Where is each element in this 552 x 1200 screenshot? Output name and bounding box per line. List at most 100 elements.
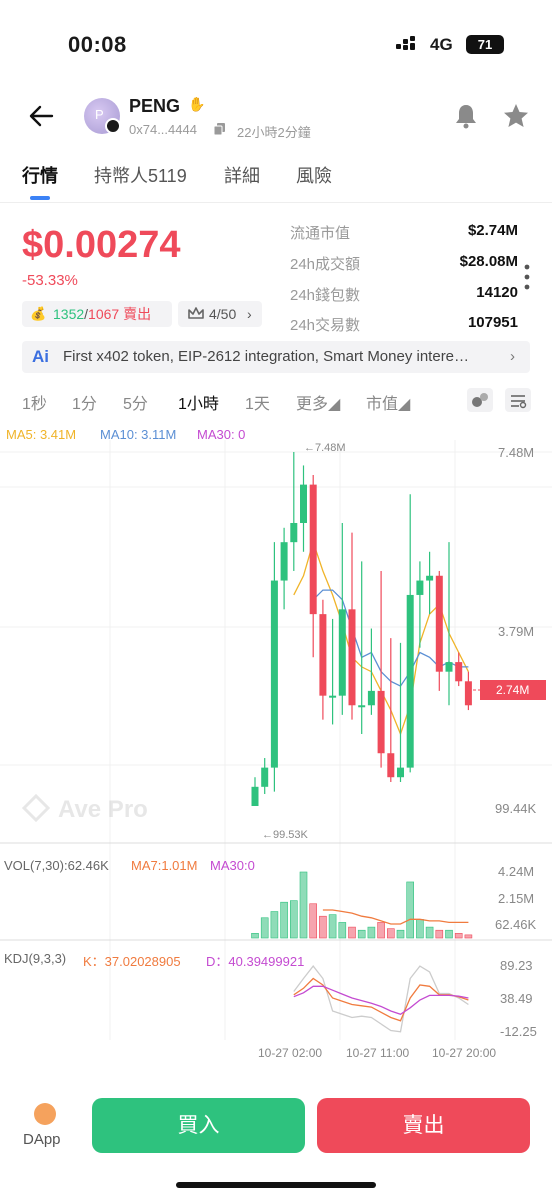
buy-count: 1352 [53,306,85,322]
tab-details[interactable]: 詳細 [224,162,260,188]
buy-sell-count-pill[interactable]: 💰 1352/1067 賣出 [22,301,172,327]
vol-legend: VOL(7,30):62.46K [4,858,109,873]
status-bar: 00:08 4G 71 [0,0,552,90]
interval-1h[interactable]: 1小時 [178,390,219,414]
stat-value-trades: 107951 [467,314,518,331]
vol-axis-mid: 2.15M [498,891,534,906]
crown-icon [188,307,204,319]
time-label-3: 10-27 20:00 [432,1046,496,1060]
star-icon[interactable] [502,102,530,130]
stat-label-trades: 24h交易數 [290,317,361,334]
candle-body [261,767,269,787]
stat-label-wallets: 24h錢包數 [290,287,361,304]
candle-body [445,662,453,672]
kdj-k-line [293,977,469,1022]
tab-bar: 行情 持幣人5119 詳細 風險 [0,158,552,202]
candle-body [280,542,288,581]
copy-icon[interactable] [214,123,225,135]
vol-axis-top: 4.24M [498,864,534,879]
volume-bar [348,926,356,939]
candle-body [329,695,337,698]
chevron-right-icon: › [510,348,515,365]
candle-body [358,705,366,708]
ai-icon: Ai [32,347,49,366]
price-axis-top: 7.48M [498,445,534,460]
interval-5m[interactable]: 5分 [123,390,148,414]
tab-market[interactable]: 行情 [22,162,58,188]
candle-body [319,614,327,696]
home-indicator [176,1182,376,1188]
vol-ma30-legend: MA30:0 [210,858,255,873]
sell-button[interactable]: 賣出 [317,1098,530,1153]
network-label: 4G [430,35,453,54]
tab-risk[interactable]: 風險 [296,162,332,188]
candle-body [426,575,434,581]
volume-bar [406,881,415,939]
dapp-icon[interactable] [34,1103,56,1125]
current-price-tag: 2.74M [468,680,546,700]
token-name: PENG [129,96,181,116]
interval-1m[interactable]: 1分 [72,390,97,414]
sell-count-label: 賣出 [123,306,152,322]
volume-bar [260,917,269,939]
ai-summary-bar[interactable]: Ai First x402 token, EIP-2612 integratio… [22,341,530,373]
volume-bars [251,871,473,939]
watermark-text: Ave Pro [58,796,148,823]
dapp-label[interactable]: DApp [23,1131,61,1148]
candle-body [387,753,395,778]
indicator-toggle-icon[interactable] [467,388,493,412]
tab-holders[interactable]: 持幣人5119 [94,162,187,188]
volume-bar [416,919,424,939]
tab-indicator [30,196,50,200]
vol-ma7-line [322,909,469,925]
time-label-2: 10-27 11:00 [346,1046,409,1060]
verified-hand-icon: ✋ [188,96,206,112]
volume-bar [367,926,376,939]
current-price-tag-text: 2.74M [496,683,529,697]
volume-bar [299,871,308,939]
price-change: -53.33% [22,272,78,289]
watermark-logo: Ave Pro [21,793,148,823]
kdj-lines [293,965,469,1033]
chain-badge-icon [105,118,121,134]
kdj-axis-mid: 38.49 [500,991,533,1006]
token-address: 0x74...4444 [129,122,197,137]
avatar-letter: P [95,107,104,122]
interval-mcap[interactable]: 市值◢ [366,390,410,414]
volume-bar [251,933,259,939]
interval-1d[interactable]: 1天 [245,390,270,414]
more-vertical-icon[interactable] [524,264,530,290]
kdj-d-legend: D：40.39499921 [206,954,305,969]
candle-body [464,681,472,706]
interval-1s[interactable]: 1秒 [22,390,47,414]
buy-button[interactable]: 買入 [92,1098,305,1153]
interval-more[interactable]: 更多◢ [296,390,340,414]
volume-bar [289,900,298,939]
money-bag-icon: 💰 [30,306,47,321]
crown-ratio: 4/50 [209,306,237,322]
price-axis-mid: 3.79M [498,624,534,639]
volume-bar [454,933,463,939]
volume-bar [445,929,453,939]
candle-body [406,594,414,768]
candle-body [397,767,404,778]
kdj-d-line [293,985,469,1016]
crown-ratio-pill[interactable]: 4/50 › [178,301,262,327]
kdj-k-legend: K：37.02028905 [83,954,181,969]
max-price-label: ←7.48M [304,442,346,454]
candle-body [270,580,278,768]
divider [0,202,552,203]
chart-settings-icon[interactable] [505,388,531,412]
candle-body [309,484,317,615]
back-arrow-icon[interactable] [28,104,54,128]
candle-body [338,609,346,696]
bell-icon[interactable] [452,102,480,130]
volume-bar [319,915,327,939]
token-avatar: P [84,98,121,134]
vol-ma7-legend: MA7:1.01M [131,858,198,873]
stat-value-volume: $28.08M [459,253,518,270]
battery-level: 71 [477,37,493,52]
ai-summary-text: First x402 token, EIP-2612 integration, … [63,348,470,365]
stat-value-mcap: $2.74M [467,222,518,239]
candle-body [367,690,375,706]
